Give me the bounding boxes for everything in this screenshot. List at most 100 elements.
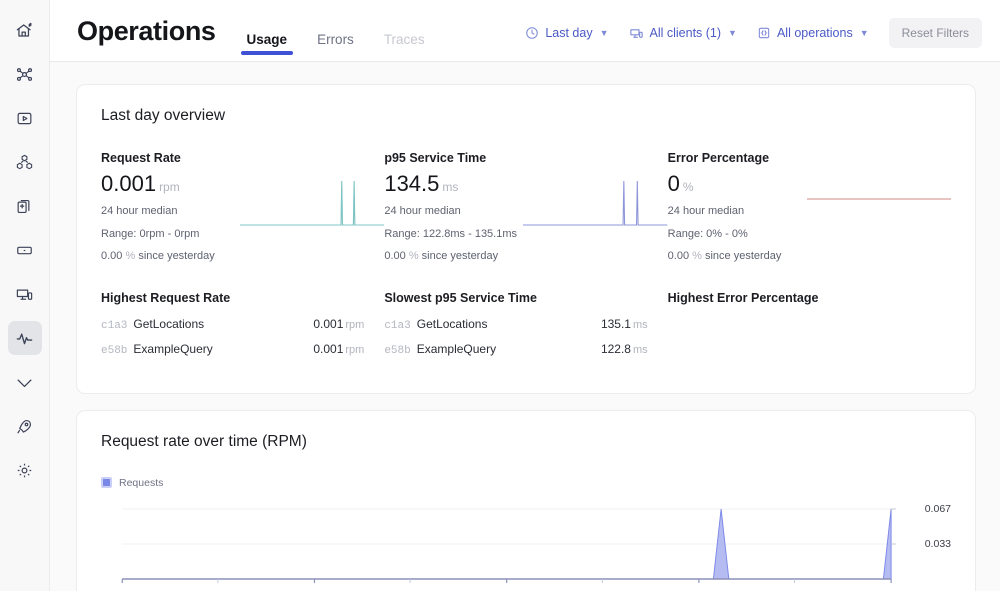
chevron-down-icon: ▼	[860, 28, 869, 38]
devices-icon	[15, 285, 34, 304]
list-title: Highest Request Rate	[101, 291, 364, 305]
play-box-icon	[15, 109, 34, 128]
metric-delta: 0.00 % since yesterday	[384, 248, 519, 265]
sidebar-item-checks[interactable]	[8, 365, 42, 399]
legend-swatch-icon	[101, 477, 112, 488]
metric-value: 0.001rpm	[101, 171, 236, 197]
tab-usage[interactable]: Usage	[241, 32, 294, 62]
gear-icon	[15, 461, 34, 480]
operation-value: 0.001rpm	[313, 342, 364, 356]
metrics-row: Request Rate 0.001rpm 24 hour median Ran…	[101, 151, 951, 265]
main-area: Operations Usage Errors Traces Last day …	[50, 0, 1000, 591]
braces-icon	[757, 26, 771, 40]
list-item[interactable]: c1a3 GetLocations 0.001rpm	[101, 317, 364, 332]
time-range-filter[interactable]: Last day ▼	[525, 26, 608, 40]
clients-icon	[629, 26, 644, 41]
sidebar-item-settings[interactable]	[8, 453, 42, 487]
highest-request-rate-list: Highest Request Rate c1a3 GetLocations 0…	[101, 291, 384, 367]
operation-value: 0.001rpm	[313, 317, 364, 331]
activity-icon	[15, 329, 34, 348]
metric-label: Request Rate	[101, 151, 236, 165]
metric-median: 24 hour median	[101, 203, 236, 220]
operation-id: e58b	[384, 345, 410, 357]
files-icon	[15, 197, 34, 216]
y-tick-label: 0.067	[925, 503, 951, 515]
operation-lists: Highest Request Rate c1a3 GetLocations 0…	[101, 291, 951, 367]
sidebar	[0, 0, 50, 591]
operation-id: e58b	[101, 345, 127, 357]
metric-unit: rpm	[159, 180, 180, 194]
metric-unit: %	[683, 180, 694, 194]
list-item[interactable]: e58b ExampleQuery 0.001rpm	[101, 342, 364, 357]
metric-median: 24 hour median	[668, 203, 803, 220]
clients-filter[interactable]: All clients (1) ▼	[629, 26, 737, 41]
tab-bar: Usage Errors Traces	[241, 0, 449, 62]
metric-median: 24 hour median	[384, 203, 519, 220]
sidebar-item-explorer[interactable]	[8, 101, 42, 135]
metric-range: Range: 0rpm - 0rpm	[101, 226, 236, 243]
clock-icon	[525, 26, 539, 40]
operation-value: 135.1ms	[601, 317, 648, 331]
content-area: Last day overview Request Rate 0.001rpm …	[50, 62, 1000, 591]
cubes-icon	[15, 153, 34, 172]
reset-filters-button[interactable]: Reset Filters	[889, 18, 982, 48]
metric-delta: 0.00 % since yesterday	[668, 248, 803, 265]
sidebar-item-subgraphs[interactable]	[8, 145, 42, 179]
operation-name: ExampleQuery	[133, 342, 212, 356]
page-header: Operations Usage Errors Traces Last day …	[50, 0, 1000, 62]
metric-number: 0.001	[101, 171, 156, 196]
operations-filter[interactable]: All operations ▼	[757, 26, 869, 40]
list-item[interactable]: e58b ExampleQuery 122.8ms	[384, 342, 647, 357]
card-icon	[15, 241, 34, 260]
y-tick-label: 0.033	[925, 538, 951, 550]
metric-unit: ms	[442, 180, 458, 194]
metric-value: 134.5ms	[384, 171, 519, 197]
legend-label: Requests	[119, 477, 163, 489]
metric-range: Range: 122.8ms - 135.1ms	[384, 226, 519, 243]
chart-svg	[101, 499, 951, 591]
tab-traces[interactable]: Traces	[378, 32, 431, 62]
home-icon	[15, 21, 34, 40]
operation-id: c1a3	[101, 320, 127, 332]
metric-value: 0%	[668, 171, 803, 197]
graph-icon	[15, 65, 34, 84]
operation-name: ExampleQuery	[417, 342, 496, 356]
metric-label: p95 Service Time	[384, 151, 519, 165]
sidebar-item-operations[interactable]	[8, 321, 42, 355]
chevron-down-icon: ▼	[728, 28, 737, 38]
sidebar-item-changelog[interactable]	[8, 189, 42, 223]
metric-error-percentage: Error Percentage 0% 24 hour median Range…	[668, 151, 951, 265]
highest-error-percentage-list: Highest Error Percentage	[668, 291, 951, 367]
tab-errors[interactable]: Errors	[311, 32, 360, 62]
sidebar-item-home[interactable]	[8, 13, 42, 47]
metric-number: 134.5	[384, 171, 439, 196]
list-title: Highest Error Percentage	[668, 291, 931, 305]
check-icon	[15, 373, 34, 392]
time-range-label: Last day	[545, 26, 592, 40]
list-title: Slowest p95 Service Time	[384, 291, 647, 305]
chart-legend[interactable]: Requests	[101, 477, 951, 489]
list-item[interactable]: c1a3 GetLocations 135.1ms	[384, 317, 647, 332]
metric-request-rate: Request Rate 0.001rpm 24 hour median Ran…	[101, 151, 384, 265]
operation-id: c1a3	[384, 320, 410, 332]
sidebar-item-clients[interactable]	[8, 277, 42, 311]
sidebar-item-launches[interactable]	[8, 409, 42, 443]
overview-card: Last day overview Request Rate 0.001rpm …	[76, 84, 976, 394]
sidebar-item-readme[interactable]	[8, 233, 42, 267]
metric-delta: 0.00 % since yesterday	[101, 248, 236, 265]
overview-title: Last day overview	[101, 107, 951, 125]
chart-title: Request rate over time (RPM)	[101, 433, 951, 451]
rocket-icon	[15, 417, 34, 436]
operations-filter-label: All operations	[777, 26, 853, 40]
slowest-p95-list: Slowest p95 Service Time c1a3 GetLocatio…	[384, 291, 667, 367]
operation-value: 122.8ms	[601, 342, 648, 356]
p95-sparkline	[519, 169, 667, 231]
chart-plot-area: 0.067 0.033	[101, 499, 951, 591]
metric-label: Error Percentage	[668, 151, 803, 165]
error-percentage-sparkline	[803, 169, 951, 231]
operation-name: GetLocations	[133, 317, 204, 331]
page-title: Operations	[77, 16, 216, 47]
operation-name: GetLocations	[417, 317, 488, 331]
sidebar-item-schema[interactable]	[8, 57, 42, 91]
metric-range: Range: 0% - 0%	[668, 226, 803, 243]
